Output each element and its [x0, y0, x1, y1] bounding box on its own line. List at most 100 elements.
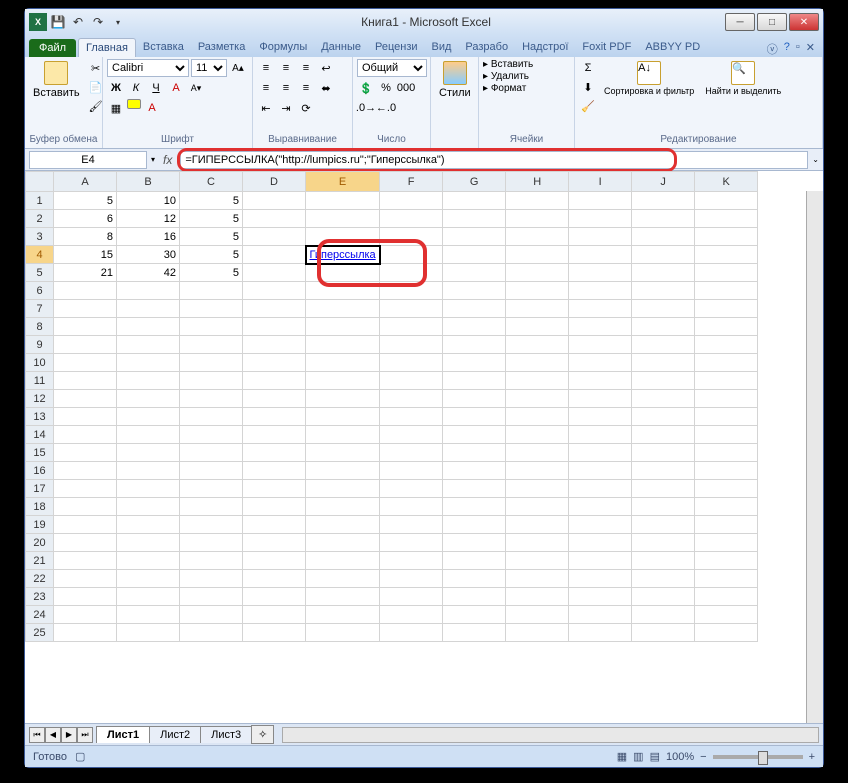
cell-B12[interactable] — [117, 390, 180, 408]
cell-I14[interactable] — [569, 426, 632, 444]
cell-H11[interactable] — [506, 372, 569, 390]
row-header-6[interactable]: 6 — [26, 282, 54, 300]
cell-C1[interactable]: 5 — [180, 192, 243, 210]
fill-icon[interactable]: ⬇ — [579, 78, 597, 96]
cell-F19[interactable] — [380, 516, 443, 534]
cell-D10[interactable] — [243, 354, 306, 372]
cell-C5[interactable]: 5 — [180, 264, 243, 282]
redo-icon[interactable]: ↷ — [89, 13, 107, 31]
cell-C24[interactable] — [180, 606, 243, 624]
align-mid-icon[interactable]: ≡ — [277, 59, 295, 77]
cell-K14[interactable] — [695, 426, 758, 444]
row-header-13[interactable]: 13 — [26, 408, 54, 426]
col-header-E[interactable]: E — [306, 172, 380, 192]
row-header-19[interactable]: 19 — [26, 516, 54, 534]
cell-G19[interactable] — [443, 516, 506, 534]
col-header-J[interactable]: J — [632, 172, 695, 192]
cell-G17[interactable] — [443, 480, 506, 498]
row-header-16[interactable]: 16 — [26, 462, 54, 480]
ribbon-options-icon[interactable]: ▫ — [796, 41, 800, 57]
cell-H21[interactable] — [506, 552, 569, 570]
cell-E22[interactable] — [306, 570, 380, 588]
sheet-nav-next-icon[interactable]: ▶ — [61, 727, 77, 743]
cell-J13[interactable] — [632, 408, 695, 426]
ribbon-tab-6[interactable]: Вид — [425, 38, 459, 57]
cell-G8[interactable] — [443, 318, 506, 336]
cell-G21[interactable] — [443, 552, 506, 570]
cell-F1[interactable] — [380, 192, 443, 210]
cell-H9[interactable] — [506, 336, 569, 354]
cell-B13[interactable] — [117, 408, 180, 426]
maximize-button[interactable]: □ — [757, 13, 787, 31]
cell-B25[interactable] — [117, 624, 180, 642]
font-size-select[interactable]: 11 — [191, 59, 227, 77]
cell-C11[interactable] — [180, 372, 243, 390]
cell-F3[interactable] — [380, 228, 443, 246]
cell-K6[interactable] — [695, 282, 758, 300]
find-select-button[interactable]: 🔍Найти и выделить — [701, 59, 785, 98]
cell-A10[interactable] — [54, 354, 117, 372]
cell-J16[interactable] — [632, 462, 695, 480]
cell-C9[interactable] — [180, 336, 243, 354]
cell-D16[interactable] — [243, 462, 306, 480]
ribbon-tab-9[interactable]: Foxit PDF — [575, 38, 638, 57]
cell-K17[interactable] — [695, 480, 758, 498]
row-header-9[interactable]: 9 — [26, 336, 54, 354]
save-icon[interactable]: 💾 — [49, 13, 67, 31]
cell-A6[interactable] — [54, 282, 117, 300]
cell-I7[interactable] — [569, 300, 632, 318]
cell-A20[interactable] — [54, 534, 117, 552]
cell-F11[interactable] — [380, 372, 443, 390]
cell-D23[interactable] — [243, 588, 306, 606]
cell-B24[interactable] — [117, 606, 180, 624]
cell-F6[interactable] — [380, 282, 443, 300]
ribbon-tab-5[interactable]: Рецензи — [368, 38, 425, 57]
cell-H6[interactable] — [506, 282, 569, 300]
cell-K22[interactable] — [695, 570, 758, 588]
cell-C13[interactable] — [180, 408, 243, 426]
cell-A4[interactable]: 15 — [54, 246, 117, 264]
cell-H4[interactable] — [506, 246, 569, 264]
fill-color-icon[interactable] — [127, 99, 141, 109]
cell-C4[interactable]: 5 — [180, 246, 243, 264]
cell-I25[interactable] — [569, 624, 632, 642]
cell-I8[interactable] — [569, 318, 632, 336]
cell-A16[interactable] — [54, 462, 117, 480]
cell-H23[interactable] — [506, 588, 569, 606]
cell-F7[interactable] — [380, 300, 443, 318]
cell-G9[interactable] — [443, 336, 506, 354]
sheet-nav-prev-icon[interactable]: ◀ — [45, 727, 61, 743]
cell-G6[interactable] — [443, 282, 506, 300]
cell-B18[interactable] — [117, 498, 180, 516]
cell-C21[interactable] — [180, 552, 243, 570]
cell-E3[interactable] — [306, 228, 380, 246]
cell-K15[interactable] — [695, 444, 758, 462]
cell-D7[interactable] — [243, 300, 306, 318]
row-header-17[interactable]: 17 — [26, 480, 54, 498]
cell-D21[interactable] — [243, 552, 306, 570]
cell-K24[interactable] — [695, 606, 758, 624]
cell-F22[interactable] — [380, 570, 443, 588]
ribbon-tab-3[interactable]: Формулы — [252, 38, 314, 57]
view-break-icon[interactable]: ▤ — [650, 750, 660, 763]
cell-K4[interactable] — [695, 246, 758, 264]
underline-button[interactable]: Ч — [147, 79, 165, 97]
cell-J7[interactable] — [632, 300, 695, 318]
cell-G3[interactable] — [443, 228, 506, 246]
cell-J9[interactable] — [632, 336, 695, 354]
cell-F25[interactable] — [380, 624, 443, 642]
cell-D19[interactable] — [243, 516, 306, 534]
cell-C10[interactable] — [180, 354, 243, 372]
cell-K5[interactable] — [695, 264, 758, 282]
name-box[interactable]: E4 — [29, 151, 147, 169]
merge-icon[interactable]: ⬌ — [317, 79, 335, 97]
cell-D18[interactable] — [243, 498, 306, 516]
cell-I10[interactable] — [569, 354, 632, 372]
cell-I15[interactable] — [569, 444, 632, 462]
cell-F9[interactable] — [380, 336, 443, 354]
format-cells-button[interactable]: ▸ Формат — [483, 83, 526, 94]
cell-J4[interactable] — [632, 246, 695, 264]
cell-G18[interactable] — [443, 498, 506, 516]
select-all-button[interactable] — [26, 172, 54, 192]
cell-C25[interactable] — [180, 624, 243, 642]
